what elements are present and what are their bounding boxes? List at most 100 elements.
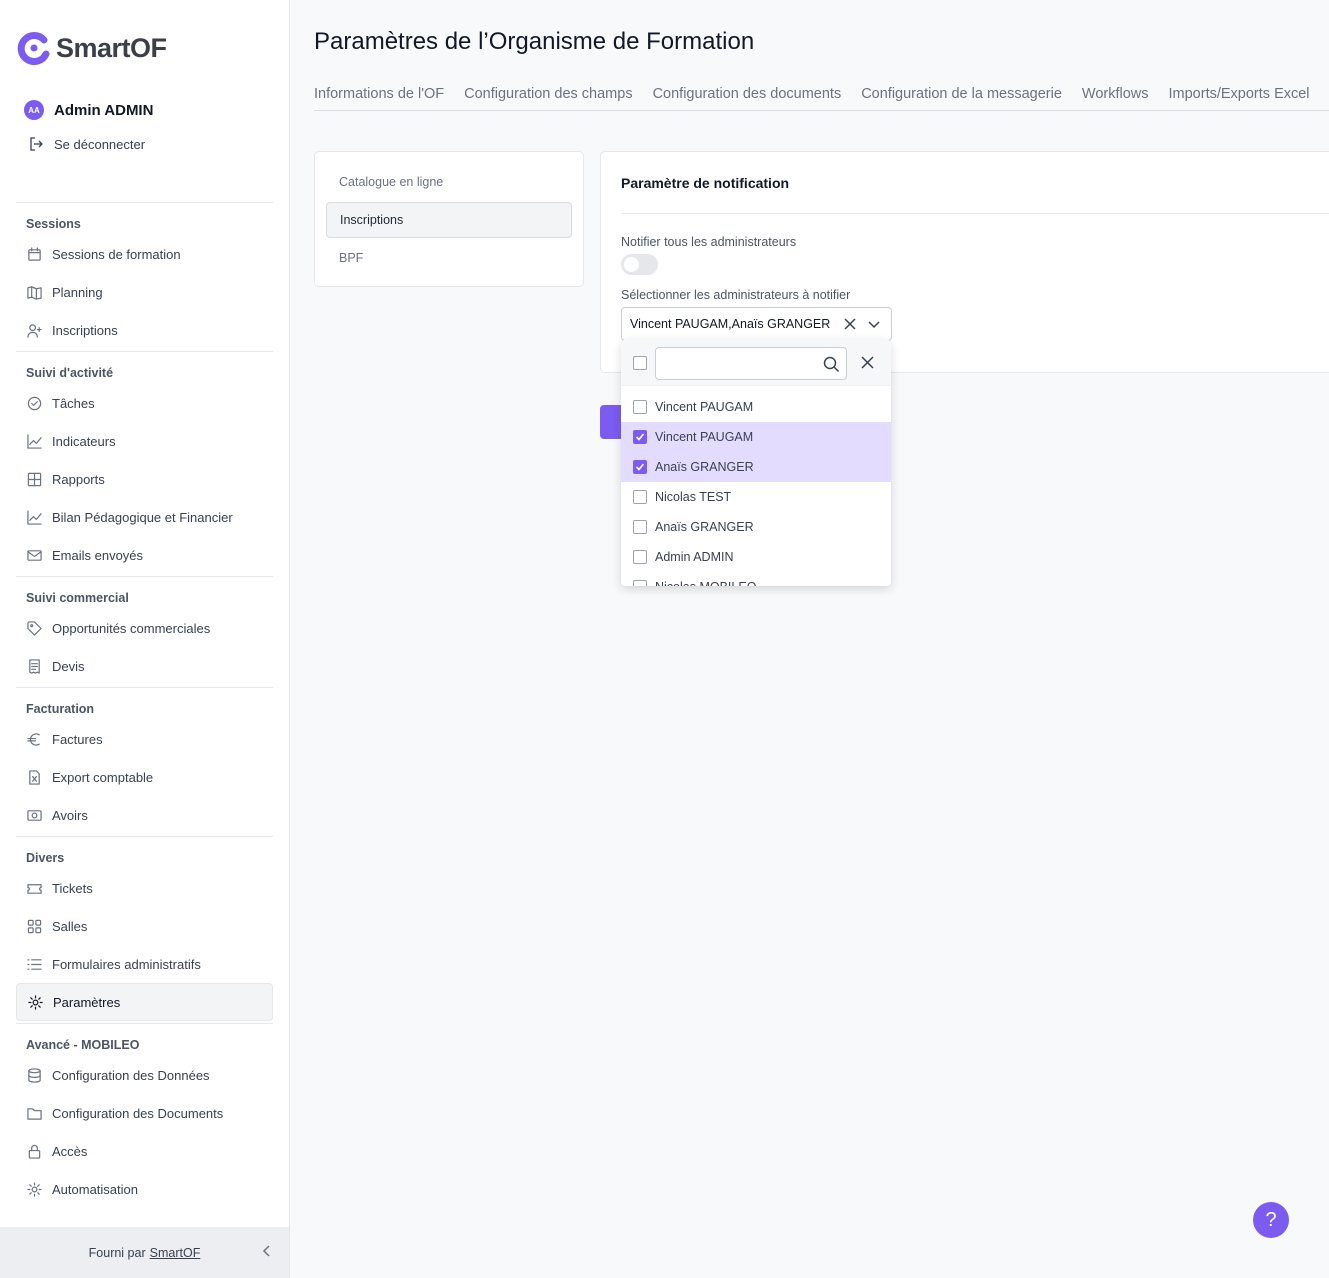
option-checkbox[interactable] [633,580,647,586]
folder-icon [26,1105,42,1121]
sidebar-item-configuration-des-donnees[interactable]: Configuration des Données [16,1056,273,1094]
sidebar-item-configuration-des-documents[interactable]: Configuration des Documents [16,1094,273,1132]
dropdown-search-input[interactable] [655,347,847,380]
chart-line-icon [26,433,42,449]
tab-workflows[interactable]: Workflows [1082,86,1149,110]
sidebar-item-label: Bilan Pédagogique et Financier [52,509,233,525]
logout-label: Se déconnecter [54,136,146,152]
settings-sub-nav: Catalogue en ligne Inscriptions BPF [314,151,584,287]
option-label: Nicolas MOBILEO [655,580,756,586]
option-label: Vincent PAUGAM [655,430,754,444]
toggle-knob [624,257,639,272]
sidebar-item-sessions-de-formation[interactable]: Sessions de formation [16,235,273,273]
sidebar-item-planning[interactable]: Planning [16,273,273,311]
nav-group-title: Sessions [26,217,81,231]
dropdown-toggle[interactable] [866,316,882,335]
sidebar-item-label: Avoirs [52,807,88,823]
admins-multiselect[interactable]: Vincent PAUGAM,Anaïs GRANGER [621,307,892,341]
ticket-icon [26,880,42,896]
grid-icon [26,471,42,487]
notify-all-toggle[interactable] [621,254,658,275]
footer-link[interactable]: SmartOF [150,1246,201,1260]
lock-icon [26,1143,42,1159]
sidebar-item-label: Inscriptions [52,322,118,338]
sidebar-item-label: Planning [52,284,103,300]
dropdown-option[interactable]: Nicolas MOBILEO [621,572,891,586]
option-checkbox[interactable] [633,550,647,564]
nav-group-avance-mobileo: Avancé - MOBILEO Configuration des Donnée… [16,1023,273,1210]
sidebar-item-avoirs[interactable]: Avoirs [16,796,273,834]
tab-configuration-de-la-messagerie[interactable]: Configuration de la messagerie [861,86,1062,110]
apps-icon [26,918,42,934]
dropdown-option[interactable]: Vincent PAUGAM [621,422,891,452]
sidebar-item-opportunites-commerciales[interactable]: Opportunités commerciales [16,609,273,647]
dropdown-option[interactable]: Admin ADMIN [621,542,891,572]
tab-informations-de-l-of[interactable]: Informations de l'OF [314,86,444,110]
sidebar-item-inscriptions[interactable]: Inscriptions [16,311,273,349]
option-label: Anaïs GRANGER [655,520,754,534]
option-checkbox[interactable] [633,430,647,444]
dropdown-option[interactable]: Anaïs GRANGER [621,452,891,482]
sidebar-item-label: Salles [52,918,88,934]
sidebar-item-formulaires-administratifs[interactable]: Formulaires administratifs [16,945,273,983]
settings-tabs: Informations de l'OF Configuration des ch… [314,86,1329,111]
sidebar-item-label: Emails envoyés [52,547,144,563]
sidebar-item-taches[interactable]: Tâches [16,384,273,422]
dropdown-option[interactable]: Anaïs GRANGER [621,512,891,542]
sidebar-item-emails-envoyes[interactable]: Emails envoyés [16,536,273,574]
sidebar-item-bilan-pedagogique-et-financier[interactable]: Bilan Pédagogique et Financier [16,498,273,536]
dropdown-option[interactable]: Vincent PAUGAM [621,392,891,422]
clear-selection-button[interactable] [842,316,858,335]
option-checkbox[interactable] [633,460,647,474]
user-profile[interactable]: AA Admin ADMIN [24,100,153,120]
help-button[interactable]: ? [1253,1202,1289,1238]
footer-prefix: Fourni par [88,1245,146,1260]
check-circle-icon [26,395,42,411]
nav-group-title: Suivi d'activité [26,366,114,380]
sidebar-item-label: Tâches [52,395,95,411]
sidebar-item-label: Opportunités commerciales [52,620,211,636]
sidebar-item-parametres[interactable]: Paramètres [16,983,273,1021]
option-label: Vincent PAUGAM [655,400,754,414]
collapse-sidebar-button[interactable] [261,1244,273,1261]
dropdown-option[interactable]: Nicolas TEST [621,482,891,512]
select-all-checkbox[interactable] [633,356,647,370]
sidebar: SmartOF AA Admin ADMIN Se déconnecter Se… [0,0,290,1278]
smartof-logo-icon [17,32,50,66]
tab-configuration-des-documents[interactable]: Configuration des documents [653,86,842,110]
euro-icon [26,731,42,747]
sidebar-item-acces[interactable]: Accès [16,1132,273,1170]
sidebar-item-label: Rapports [52,471,105,487]
receipt-icon [26,658,42,674]
logout-button[interactable]: Se déconnecter [28,136,145,152]
sub-nav-item-bpf[interactable]: BPF [326,240,572,276]
sidebar-item-automatisation[interactable]: Automatisation [16,1170,273,1208]
sidebar-item-export-comptable[interactable]: Export comptable [16,758,273,796]
sidebar-item-salles[interactable]: Salles [16,907,273,945]
sidebar-item-label: Sessions de formation [52,246,181,262]
sidebar-item-label: Export comptable [52,769,154,785]
option-checkbox[interactable] [633,400,647,414]
sidebar-item-factures[interactable]: Factures [16,720,273,758]
avatar: AA [24,100,44,120]
tab-imports-exports-excel[interactable]: Imports/Exports Excel [1169,86,1310,110]
sidebar-item-label: Configuration des Documents [52,1105,224,1121]
brand-logo[interactable]: SmartOF [16,30,167,66]
nav-group-facturation: Facturation Factures Export comptable Avoir… [16,687,273,836]
close-icon [844,318,856,330]
sidebar-item-rapports[interactable]: Rapports [16,460,273,498]
option-checkbox[interactable] [633,490,647,504]
tab-configuration-des-champs[interactable]: Configuration des champs [464,86,632,110]
sub-nav-item-inscriptions[interactable]: Inscriptions [326,202,572,238]
sidebar-item-indicateurs[interactable]: Indicateurs [16,422,273,460]
sub-nav-item-catalogue-en-ligne[interactable]: Catalogue en ligne [326,164,572,200]
close-dropdown-button[interactable] [860,355,875,375]
dropdown-options: Vincent PAUGAM Vincent PAUGAM Anaïs GRANGE… [621,392,891,586]
nav-group-suivi-commercial: Suivi commercial Opportunités commerciale… [16,576,273,687]
tag-icon [26,620,42,636]
close-icon [861,356,874,369]
sidebar-item-tickets[interactable]: Tickets [16,869,273,907]
nav-group-title: Avancé - MOBILEO [26,1038,140,1052]
sidebar-item-devis[interactable]: Devis [16,647,273,685]
option-checkbox[interactable] [633,520,647,534]
